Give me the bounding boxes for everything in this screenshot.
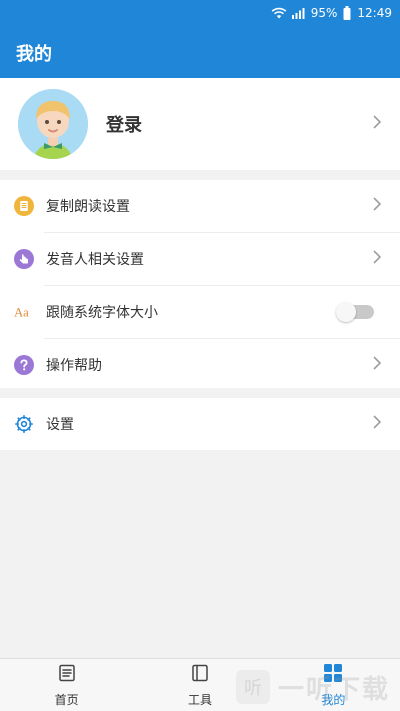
chevron-right-icon: [372, 355, 382, 375]
chevron-right-icon: [372, 249, 382, 269]
nav-item-home[interactable]: 首页: [0, 659, 133, 711]
svg-text:Aa: Aa: [14, 306, 29, 320]
profile-login-row[interactable]: 登录: [0, 78, 400, 170]
wifi-icon: [271, 7, 287, 19]
nav-label: 首页: [54, 692, 79, 707]
document-icon: [14, 196, 34, 216]
grid-icon: [323, 663, 343, 687]
aa-text-icon: Aa: [14, 302, 34, 322]
menu-item-label: 跟随系统字体大小: [46, 305, 158, 321]
settings-menu-secondary: 设置: [0, 398, 400, 450]
page-title: 我的: [16, 44, 52, 65]
font-size-toggle[interactable]: [336, 302, 374, 322]
section-gap: [0, 388, 400, 398]
chevron-right-icon: [372, 196, 382, 216]
help-icon: [14, 355, 34, 375]
menu-item-label: 复制朗读设置: [46, 199, 130, 215]
nav-label: 工具: [187, 692, 212, 707]
login-label[interactable]: 登录: [106, 111, 142, 137]
menu-item-label: 操作帮助: [46, 358, 102, 374]
chevron-right-icon: [372, 414, 382, 434]
nav-item-mine[interactable]: 我的: [267, 659, 400, 711]
gear-icon: [14, 414, 34, 434]
menu-item-follow-system-font-size: Aa 跟随系统字体大小: [0, 286, 400, 338]
book-icon: [190, 663, 210, 687]
battery-percent: 95%: [310, 6, 338, 20]
menu-item-help[interactable]: 操作帮助: [0, 339, 400, 391]
menu-item-voice-settings[interactable]: 发音人相关设置: [0, 233, 400, 285]
section-gap: [0, 170, 400, 180]
chevron-right-icon: [372, 114, 382, 134]
avatar: [18, 89, 88, 159]
status-icons: [271, 7, 305, 19]
menu-item-label: 设置: [46, 417, 74, 433]
battery-icon: [343, 6, 351, 20]
bottom-nav: 首页 工具 我的: [0, 658, 400, 711]
clock-time: 12:49: [357, 6, 392, 20]
toggle-knob: [336, 302, 356, 322]
hand-touch-icon: [14, 249, 34, 269]
menu-item-settings[interactable]: 设置: [0, 398, 400, 450]
top-bar: 95% 12:49 我的: [0, 0, 400, 78]
menu-item-copy-read-settings[interactable]: 复制朗读设置: [0, 180, 400, 232]
nav-item-tools[interactable]: 工具: [133, 659, 266, 711]
signal-icon: [291, 7, 305, 19]
app-root: 95% 12:49 我的 登录 复制朗读设置 发音人相关设置 Aa 跟随系统字体…: [0, 0, 400, 711]
home-doc-icon: [57, 663, 77, 687]
settings-menu: 复制朗读设置 发音人相关设置 Aa 跟随系统字体大小 操作帮助: [0, 180, 400, 391]
menu-item-label: 发音人相关设置: [46, 252, 144, 268]
status-bar: 95% 12:49: [271, 4, 392, 22]
nav-label: 我的: [321, 692, 346, 707]
